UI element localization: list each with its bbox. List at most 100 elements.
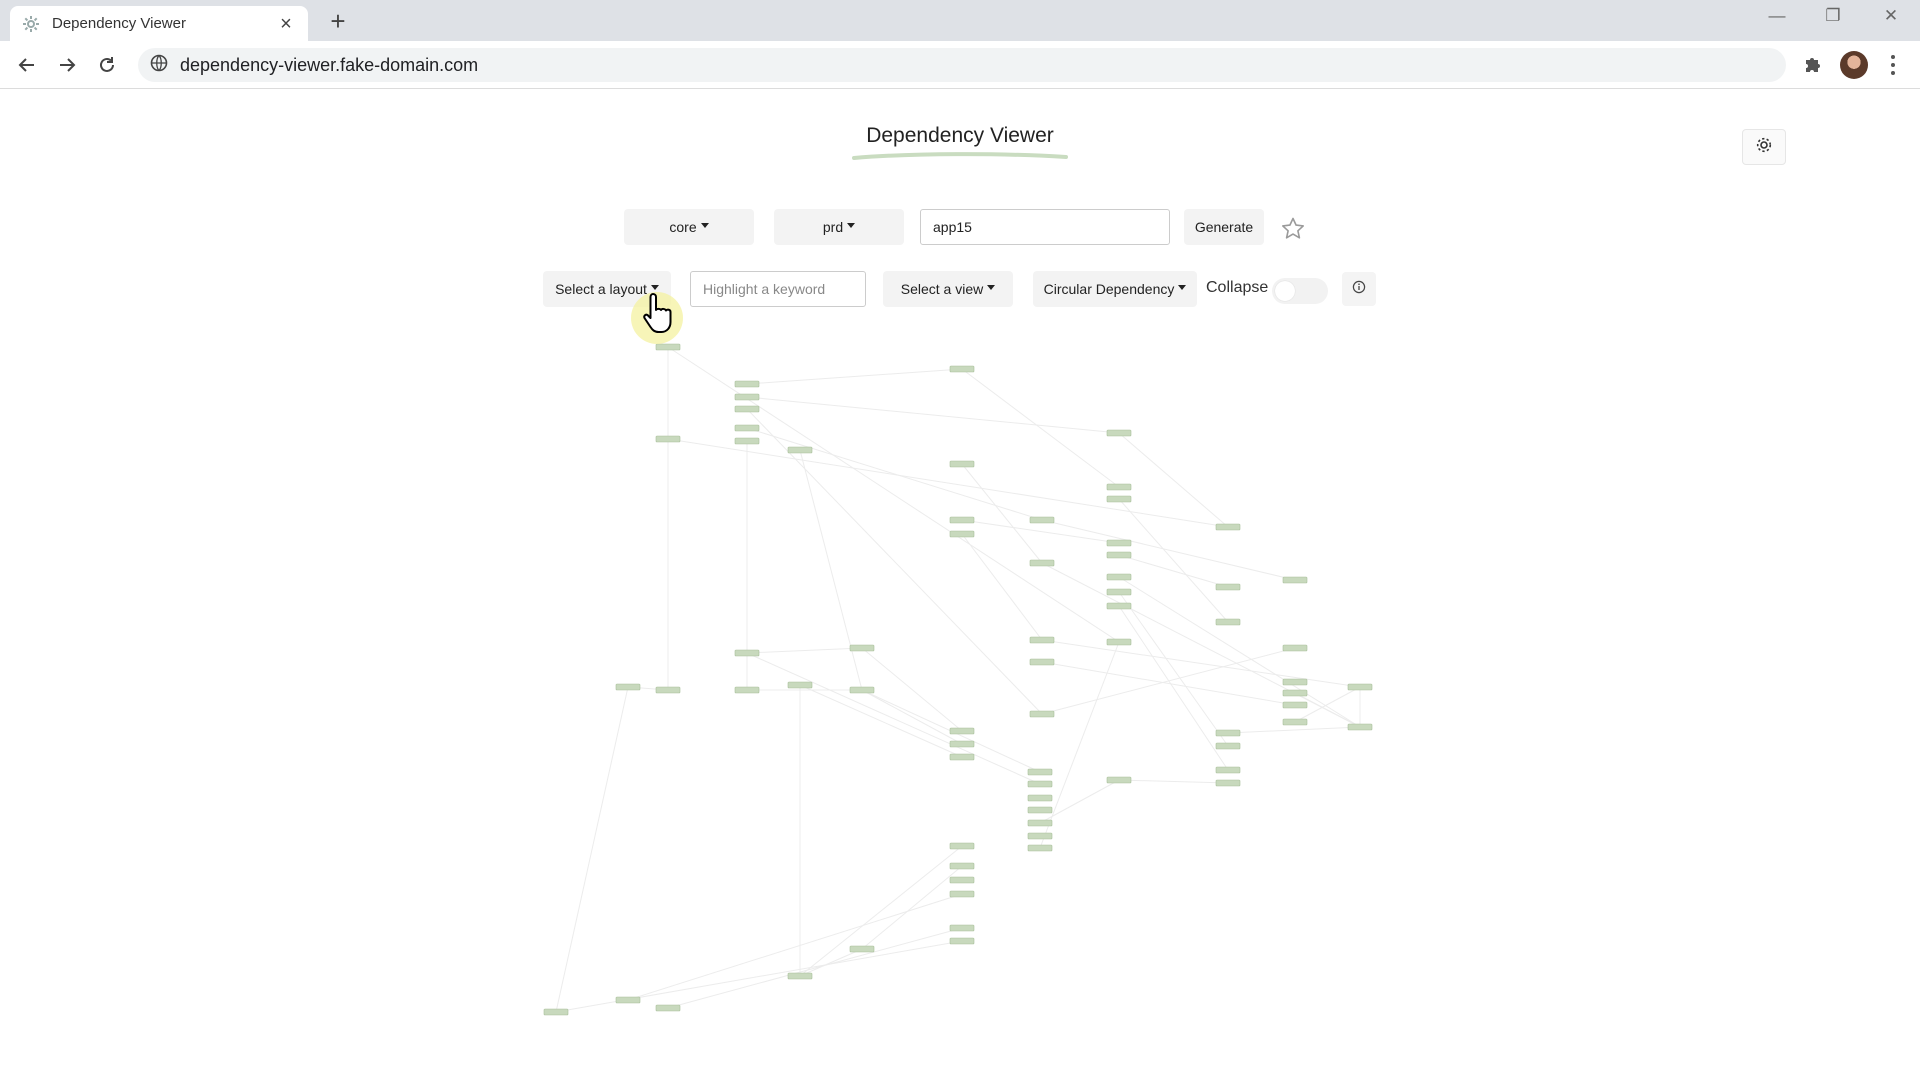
graph-node[interactable] (1027, 794, 1053, 802)
graph-node[interactable] (949, 727, 975, 735)
reload-icon[interactable] (93, 51, 121, 79)
graph-node[interactable] (1282, 701, 1308, 709)
graph-node[interactable] (1282, 689, 1308, 697)
graph-node[interactable] (1029, 658, 1055, 666)
graph-node[interactable] (849, 644, 875, 652)
graph-node[interactable] (849, 945, 875, 953)
graph-node[interactable] (1106, 573, 1132, 581)
graph-node[interactable] (1027, 819, 1053, 827)
graph-node[interactable] (1106, 429, 1132, 437)
graph-node[interactable] (615, 683, 641, 691)
back-icon[interactable] (13, 51, 41, 79)
graph-node[interactable] (1106, 483, 1132, 491)
collapse-toggle[interactable] (1272, 278, 1328, 304)
graph-node[interactable] (1106, 602, 1132, 610)
graph-node[interactable] (949, 862, 975, 870)
graph-node[interactable] (1029, 516, 1055, 524)
restore-icon[interactable]: ❐ (1818, 6, 1848, 26)
graph-node[interactable] (949, 530, 975, 538)
graph-node[interactable] (1029, 559, 1055, 567)
graph-node[interactable] (734, 437, 760, 445)
graph-edge (1118, 779, 1229, 784)
forward-icon[interactable] (53, 51, 81, 79)
graph-node[interactable] (1282, 644, 1308, 652)
graph-node[interactable] (949, 842, 975, 850)
graph-node[interactable] (655, 686, 681, 694)
graph-node[interactable] (949, 516, 975, 524)
graph-node[interactable] (1106, 495, 1132, 503)
avatar[interactable] (1840, 51, 1868, 79)
graph-node[interactable] (1027, 768, 1053, 776)
graph-edge (1118, 605, 1229, 771)
graph-node[interactable] (1215, 742, 1241, 750)
namespace-dropdown[interactable]: core (624, 209, 754, 245)
graph-node[interactable] (1106, 776, 1132, 784)
graph-node[interactable] (734, 380, 760, 388)
graph-node[interactable] (1215, 583, 1241, 591)
graph-node[interactable] (1106, 638, 1132, 646)
plus-icon[interactable]: + (325, 6, 351, 36)
star-icon[interactable] (1280, 216, 1306, 242)
graph-node[interactable] (1282, 678, 1308, 686)
app-input[interactable]: app15 (920, 209, 1170, 245)
highlight-keyword-input[interactable]: Highlight a keyword (690, 271, 866, 307)
close-icon[interactable]: × (276, 14, 296, 34)
info-button[interactable] (1342, 272, 1376, 306)
graph-node[interactable] (949, 740, 975, 748)
environment-dropdown[interactable]: prd (774, 209, 904, 245)
graph-node[interactable] (1215, 618, 1241, 626)
generate-button[interactable]: Generate (1184, 209, 1264, 245)
graph-node[interactable] (1215, 766, 1241, 774)
window-close-icon[interactable]: ✕ (1876, 6, 1906, 26)
graph-node[interactable] (734, 393, 760, 401)
graph-node[interactable] (1215, 779, 1241, 787)
dependency-graph[interactable] (0, 0, 1920, 1080)
graph-node[interactable] (1029, 710, 1055, 718)
graph-node[interactable] (949, 365, 975, 373)
graph-edge (555, 686, 629, 1013)
graph-node[interactable] (1106, 551, 1132, 559)
graph-node[interactable] (787, 446, 813, 454)
graph-node[interactable] (1027, 806, 1053, 814)
graph-node[interactable] (1282, 718, 1308, 726)
graph-edge (1118, 591, 1229, 747)
browser-tab[interactable]: Dependency Viewer × (10, 6, 308, 41)
graph-node[interactable] (655, 1004, 681, 1012)
graph-node[interactable] (734, 424, 760, 432)
graph-node[interactable] (1347, 683, 1373, 691)
graph-node[interactable] (1347, 723, 1373, 731)
graph-node[interactable] (734, 649, 760, 657)
graph-node[interactable] (1029, 636, 1055, 644)
view-dropdown[interactable]: Select a view (883, 271, 1013, 307)
graph-node[interactable] (949, 937, 975, 945)
graph-node[interactable] (1215, 729, 1241, 737)
menu-icon[interactable] (1888, 51, 1898, 79)
graph-node[interactable] (1106, 539, 1132, 547)
site-info-icon[interactable] (150, 54, 168, 77)
graph-node[interactable] (949, 753, 975, 761)
graph-node[interactable] (655, 435, 681, 443)
settings-button[interactable] (1742, 129, 1786, 165)
circular-dependency-dropdown[interactable]: Circular Dependency (1033, 271, 1197, 307)
graph-node[interactable] (949, 890, 975, 898)
graph-node[interactable] (1027, 832, 1053, 840)
graph-node[interactable] (787, 972, 813, 980)
graph-node[interactable] (1027, 844, 1053, 852)
graph-node[interactable] (949, 876, 975, 884)
graph-node[interactable] (787, 681, 813, 689)
graph-node[interactable] (1215, 523, 1241, 531)
minimize-icon[interactable]: — (1762, 6, 1792, 26)
address-bar[interactable]: dependency-viewer.fake-domain.com (138, 48, 1786, 82)
graph-node[interactable] (543, 1008, 569, 1016)
graph-node[interactable] (1027, 780, 1053, 788)
graph-node[interactable] (849, 686, 875, 694)
extensions-icon[interactable] (1800, 52, 1826, 78)
graph-node[interactable] (949, 924, 975, 932)
graph-node[interactable] (734, 686, 760, 694)
graph-node[interactable] (1282, 576, 1308, 584)
graph-node[interactable] (734, 405, 760, 413)
hand-cursor (631, 292, 683, 344)
graph-node[interactable] (949, 460, 975, 468)
graph-node[interactable] (1106, 588, 1132, 596)
graph-node[interactable] (615, 996, 641, 1004)
